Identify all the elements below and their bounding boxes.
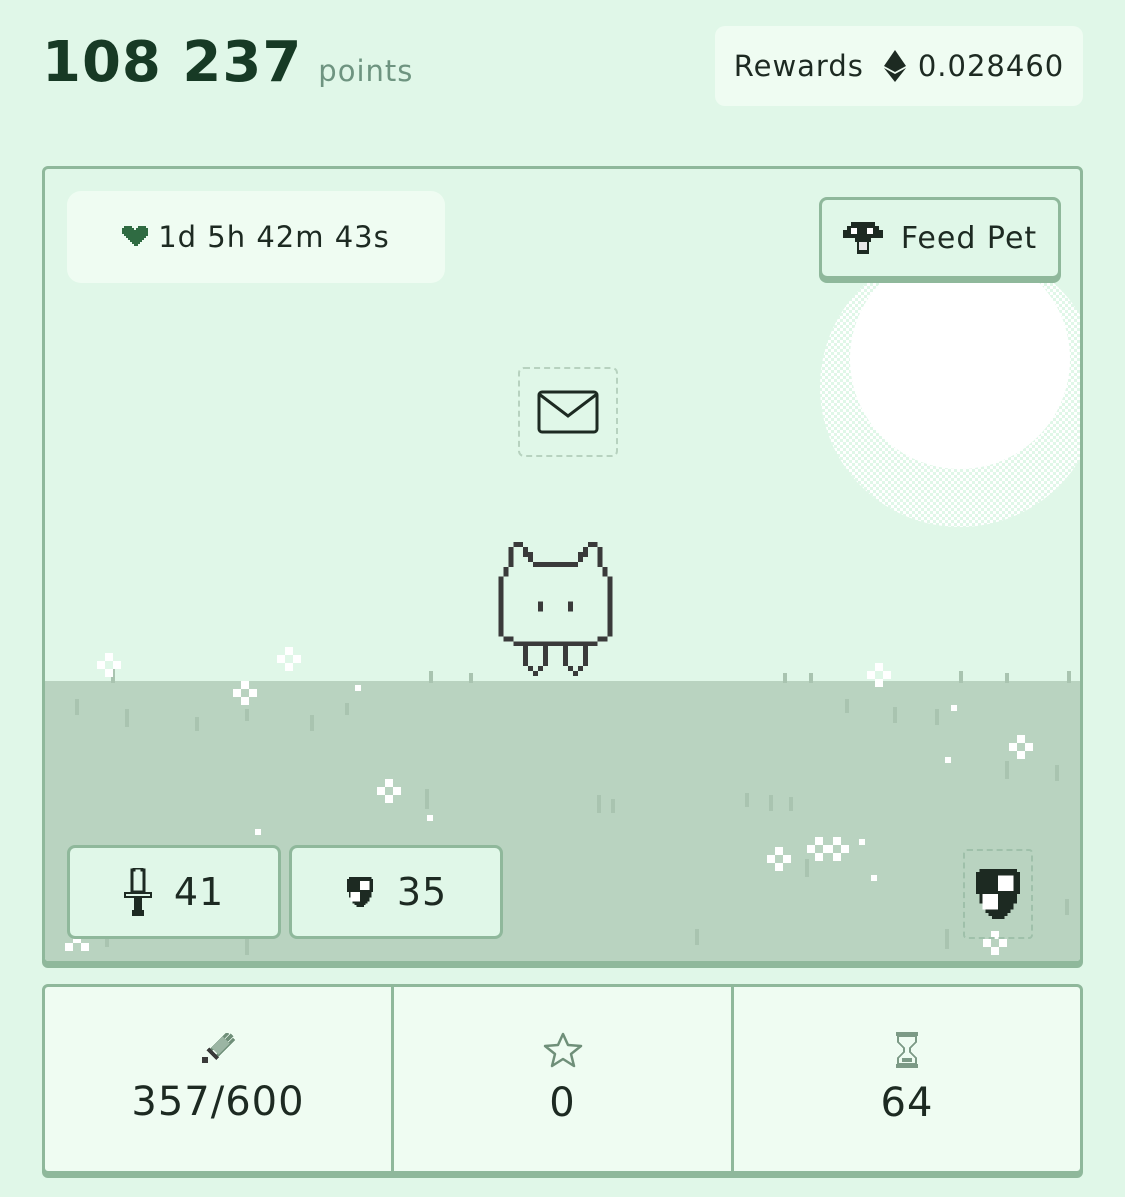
- attack-stat: 41: [67, 845, 281, 939]
- shield-button[interactable]: [963, 849, 1033, 939]
- rewards-value: 0.028460: [917, 49, 1065, 83]
- shield-icon: [346, 877, 373, 907]
- ethereum-icon: [883, 50, 906, 82]
- points-unit: points: [318, 54, 414, 88]
- rewards-button[interactable]: Rewards 0.028460: [715, 26, 1083, 106]
- defense-stat: 35: [289, 845, 503, 939]
- power-value: 357/600: [131, 1079, 305, 1125]
- pixel-cat: [498, 541, 613, 677]
- stats-panel: 357/600 0 64: [42, 984, 1083, 1174]
- pet-lifetime-timer: 1d 5h 42m 43s: [67, 191, 445, 283]
- envelope-icon: [537, 390, 599, 434]
- sword-icon: [123, 868, 152, 916]
- points-value: 108 237: [42, 30, 303, 95]
- feed-pet-button[interactable]: Feed Pet: [819, 197, 1061, 279]
- feed-pet-label: Feed Pet: [900, 220, 1038, 256]
- mail-button[interactable]: [518, 367, 618, 457]
- timer-value: 1d 5h 42m 43s: [158, 220, 390, 254]
- stat-power: 357/600: [45, 987, 391, 1171]
- sword-icon: [202, 1033, 236, 1063]
- star-icon: [543, 1032, 582, 1068]
- stat-hourglass: 64: [731, 987, 1080, 1171]
- rewards-amount: 0.028460: [883, 49, 1065, 83]
- stat-stars: 0: [391, 987, 731, 1171]
- game-scene: 1d 5h 42m 43s Feed Pet 41 35: [42, 166, 1083, 964]
- sun: [820, 247, 1080, 527]
- attack-value: 41: [173, 870, 225, 914]
- hourglass-value: 64: [880, 1080, 934, 1126]
- shield-icon: [976, 869, 1020, 919]
- stars-value: 0: [549, 1080, 576, 1126]
- defense-value: 35: [396, 870, 448, 914]
- hourglass-icon: [896, 1032, 918, 1068]
- rewards-label: Rewards: [733, 49, 864, 83]
- heart-icon: [122, 226, 149, 246]
- mushroom-icon: [842, 222, 883, 254]
- points-header: 108 237 points: [42, 30, 413, 95]
